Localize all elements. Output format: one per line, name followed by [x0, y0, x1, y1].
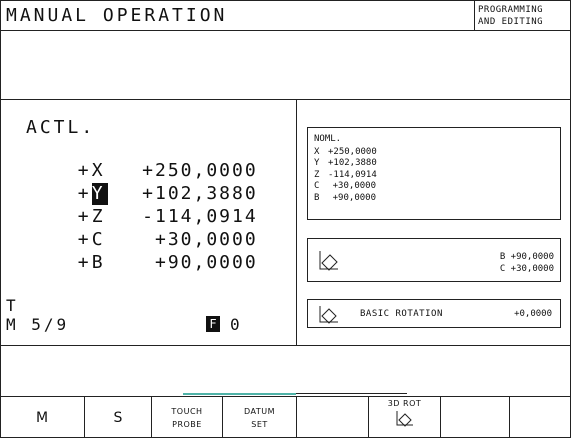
actual-position-label: ACTL. [26, 117, 96, 138]
feed-icon: F [206, 316, 220, 332]
rotation-plane-icon [319, 306, 338, 324]
tilt-value-c: C +30,0000 [499, 264, 554, 274]
m-function-status: M 5/9 [6, 315, 70, 334]
position-row-b: +B +90,0000 [52, 230, 258, 273]
nominal-row: B +90,0000 [314, 193, 554, 205]
basic-rotation-box: BASIC ROTATION +0,0000 [307, 299, 561, 328]
nominal-title: NOML. [314, 134, 342, 144]
softkey-level-indicator [296, 393, 407, 394]
position-row-z: +Z -114,0914 [52, 184, 258, 227]
softkey-3d-rot[interactable]: 3D ROT [369, 397, 441, 438]
feed-value: 0 [230, 315, 240, 334]
tilt-values: B +90,0000 C +30,0000 [500, 251, 554, 275]
softkey-label: TOUCH [171, 406, 203, 416]
nominal-row: C +30,0000 [314, 181, 554, 193]
softkey-label: M [35, 409, 49, 426]
softkey-label: DATUM [243, 406, 275, 416]
axis-label: Z [314, 169, 320, 180]
axis-value: +250,0000 [328, 146, 377, 157]
secondary-mode-line: AND EDITING [478, 17, 544, 27]
softkey-label: SET [251, 419, 268, 429]
softkey-s[interactable]: S [85, 397, 152, 438]
axis-direction-icon: + [77, 252, 91, 273]
position-row-y: +Y +102,3880 [52, 161, 258, 205]
axis-label: C [314, 181, 320, 191]
axis-label: B [314, 192, 320, 203]
tilt-value-b: B +90,0000 [499, 252, 554, 262]
axis-value: -114,0914 [328, 169, 377, 180]
tool-label: T [6, 296, 16, 315]
axis-label: B [91, 252, 105, 273]
softkey-label: S [113, 409, 123, 426]
secondary-mode[interactable]: PROGRAMMING AND EDITING [478, 4, 543, 28]
tilted-plane-icon [319, 251, 338, 271]
tilted-plane-box: B +90,0000 C +30,0000 [307, 238, 561, 282]
softkey-label: 3D ROT [387, 399, 422, 408]
position-row-x: +X +250,0000 [52, 138, 258, 181]
mode-title: MANUAL OPERATION [6, 5, 228, 26]
nominal-row: Y +102,3880 [314, 158, 554, 170]
softkey-m[interactable]: M [0, 397, 85, 438]
nominal-position-box: NOML. X +250,0000 Y +102,3880 Z -114,0914 C… [307, 127, 561, 220]
nominal-row: Z -114,0914 [314, 170, 554, 182]
divider [0, 30, 571, 31]
softkey-label: PROBE [172, 419, 202, 429]
divider [296, 99, 297, 345]
softkey-empty[interactable] [441, 397, 510, 438]
axis-value: +30,0000 [332, 181, 376, 191]
softkey-level-indicator [183, 393, 296, 395]
softkey-empty[interactable] [510, 397, 571, 438]
basic-rotation-label: BASIC ROTATION [360, 309, 443, 319]
basic-rotation-value: +0,0000 [514, 309, 552, 319]
axis-label: Y [314, 158, 320, 168]
axis-value: +102,3880 [328, 158, 377, 168]
axis-value: +90,0000 [154, 252, 258, 273]
divider [474, 0, 475, 30]
nominal-row: X +250,0000 [314, 147, 554, 159]
divider [0, 99, 571, 100]
3d-rotation-icon [396, 411, 413, 427]
axis-value: +90,0000 [332, 192, 376, 203]
softkey-datum-set[interactable]: DATUM SET [223, 397, 297, 438]
axis-label: X [314, 146, 320, 157]
softkey-touch-probe[interactable]: TOUCH PROBE [152, 397, 223, 438]
secondary-mode-line: PROGRAMMING [478, 5, 544, 15]
softkey-empty[interactable] [297, 397, 369, 438]
position-row-c: +C +30,0000 [52, 207, 258, 250]
divider [0, 345, 571, 346]
